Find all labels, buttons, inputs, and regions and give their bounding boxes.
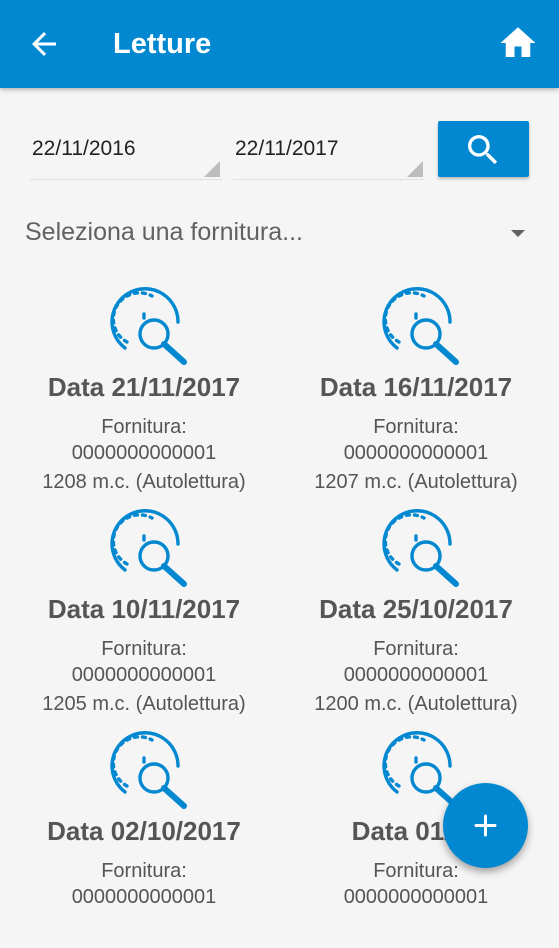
meter-search-icon [110,287,187,365]
plus-icon [474,814,497,837]
reading-card[interactable]: Data 25/10/2017 Fornitura: 0000000000001… [280,504,552,726]
supply-number: 0000000000001 [71,442,217,464]
page-title: Letture [113,28,212,60]
date-from-corner-indicator [204,161,220,177]
reading-value: 1207 m.c. (Autolettura) [314,471,518,493]
date-to-value: 22/11/2017 [235,137,339,160]
search-icon [468,135,498,165]
reading-card[interactable]: Data 10/11/2017 Fornitura: 0000000000001… [8,504,280,726]
app-bar: Letture [0,0,559,88]
search-button[interactable] [438,121,529,177]
reading-date: Data 02/10/2017 [47,816,241,846]
reading-value: 1205 m.c. (Autolettura) [42,693,246,715]
supply-number: 0000000000001 [343,886,489,908]
supply-label: Fornitura: [101,638,187,660]
reading-card[interactable]: Data 02/10/2017 Fornitura: 0000000000001 [8,726,280,948]
reading-card[interactable]: Data 21/11/2017 Fornitura: 0000000000001… [8,282,280,504]
date-from-field[interactable]: 22/11/2016 [30,123,222,180]
supply-label: Fornitura: [101,860,187,882]
dropdown-arrow-icon [511,230,525,237]
reading-card[interactable]: Data 16/11/2017 Fornitura: 0000000000001… [280,282,552,504]
reading-date: Data 16/11/2017 [319,372,513,402]
home-icon [500,27,536,57]
supply-label: Fornitura: [373,638,459,660]
date-to-field[interactable]: 22/11/2017 [233,123,425,180]
meter-search-icon [110,509,187,587]
meter-search-icon [382,509,459,587]
reading-date: Data 21/11/2017 [47,372,241,402]
supply-number: 0000000000001 [71,664,217,686]
reading-value: 1200 m.c. (Autolettura) [314,693,518,715]
supply-number: 0000000000001 [71,886,217,908]
meter-search-icon [382,287,459,365]
arrow-left-icon [32,32,56,56]
date-to-corner-indicator [407,161,423,177]
supply-label: Fornitura: [101,416,187,438]
back-button[interactable] [26,26,62,62]
meter-search-icon [382,731,459,809]
supply-number: 0000000000001 [343,442,489,464]
reading-date: Data 10/11/2017 [47,594,241,624]
home-button[interactable] [497,22,539,64]
reading-date: Data 25/10/2017 [319,594,513,624]
reading-value: 1208 m.c. (Autolettura) [42,471,246,493]
supply-select[interactable]: Seleziona una fornitura... [25,208,530,260]
date-from-value: 22/11/2016 [32,137,136,160]
supply-number: 0000000000001 [343,664,489,686]
meter-search-icon [110,731,187,809]
supply-label: Fornitura: [373,860,459,882]
supply-label: Fornitura: [373,416,459,438]
add-reading-button[interactable] [443,783,528,868]
supply-select-placeholder: Seleziona una fornitura... [25,218,303,246]
